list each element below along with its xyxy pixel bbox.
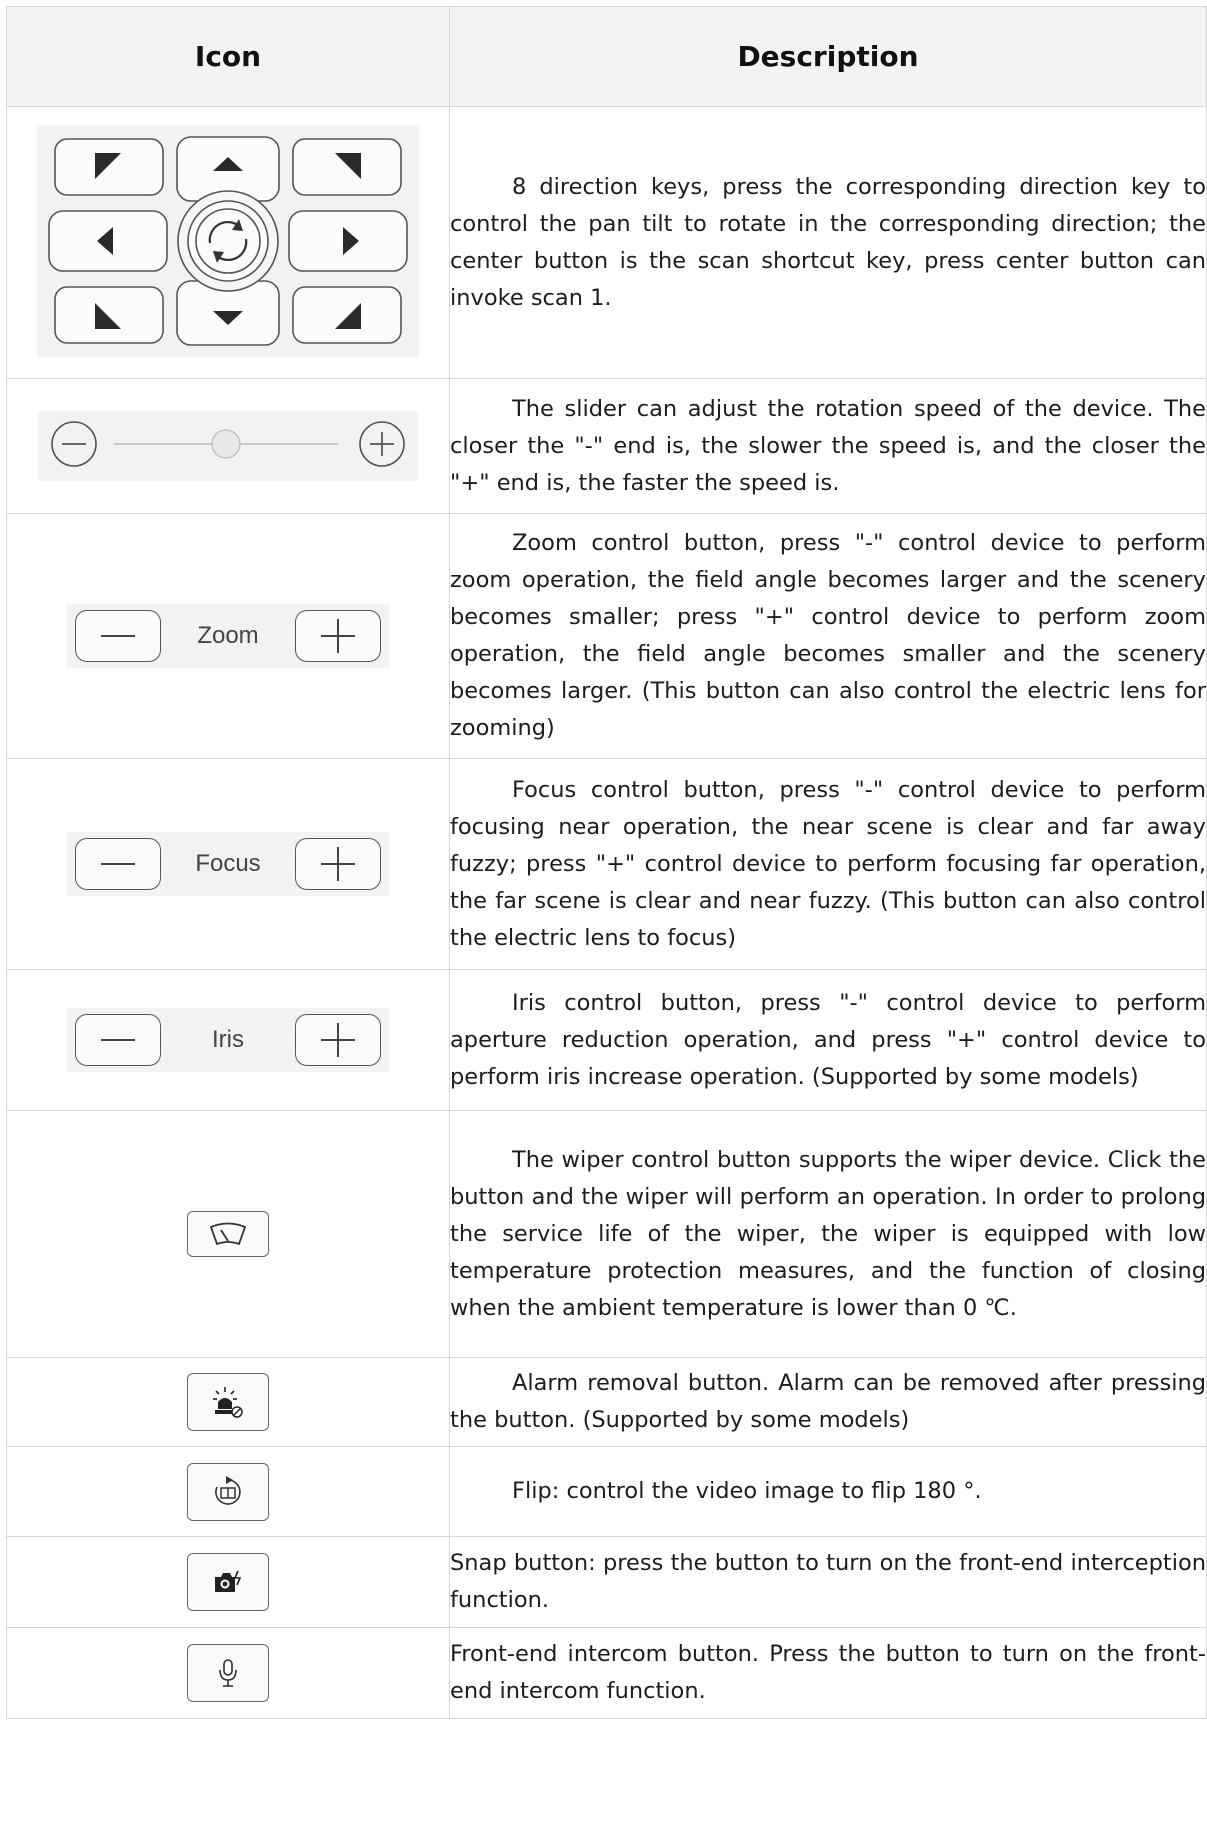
icon-cell (6, 378, 450, 514)
microphone-icon (219, 1659, 237, 1687)
icon-cell (6, 1627, 450, 1719)
down-left-key (54, 285, 164, 344)
wiper-button[interactable] (187, 1211, 269, 1257)
iris-close-button[interactable] (75, 1014, 161, 1066)
description-cell: Alarm removal button. Alarm can be remov… (449, 1357, 1207, 1447)
icon-cell: Zoom (6, 513, 450, 759)
icon-description-table: Icon Description 8 direction keys, press… (6, 6, 1207, 1719)
description-cell: Front-end intercom button. Press the but… (449, 1627, 1207, 1719)
table-row: Alarm removal button. Alarm can be remov… (6, 1357, 1207, 1447)
description-cell: 8 direction keys, press the correspondin… (449, 106, 1207, 379)
icon-cell (6, 1110, 450, 1358)
snap-camera-icon (215, 1570, 242, 1592)
intercom-button[interactable] (187, 1644, 269, 1702)
icon-cell: Iris (6, 969, 450, 1111)
description-text: The wiper control button supports the wi… (450, 1146, 1206, 1321)
iris-open-button[interactable] (295, 1014, 381, 1066)
plus-icon (321, 619, 355, 653)
description-text: Alarm removal button. Alarm can be remov… (450, 1370, 1206, 1433)
plus-icon (321, 1023, 355, 1057)
focus-control: Focus (67, 832, 389, 896)
minus-icon (101, 863, 135, 865)
description-text: Front-end intercom button. Press the but… (450, 1641, 1206, 1704)
description-text: Snap button: press the button to turn on… (450, 1550, 1206, 1613)
description-cell: Focus control button, press "-" control … (449, 758, 1207, 970)
iris-label: Iris (212, 1026, 244, 1053)
description-text: Zoom control button, press "-" control d… (450, 530, 1206, 741)
speed-slider[interactable] (38, 411, 418, 481)
icon-cell (6, 1536, 450, 1628)
description-cell: Snap button: press the button to turn on… (449, 1536, 1207, 1628)
description-text: The slider can adjust the rotation speed… (450, 395, 1206, 496)
icon-cell (6, 1357, 450, 1447)
direction-pad-icon[interactable] (37, 124, 419, 357)
table-row: Focus Focus control button, press "-" co… (6, 758, 1207, 970)
table-row: The slider can adjust the rotation speed… (6, 378, 1207, 514)
icon-cell (6, 106, 450, 379)
focus-near-button[interactable] (75, 838, 161, 890)
table-row: Snap button: press the button to turn on… (6, 1536, 1207, 1628)
table-row: Zoom Zoom control button, press "-" cont… (6, 513, 1207, 759)
table-row: Iris Iris control button, press "-" cont… (6, 969, 1207, 1111)
description-text: Focus control button, press "-" control … (450, 776, 1206, 951)
description-text: Flip: control the video image to flip 18… (512, 1478, 982, 1504)
icon-cell (6, 1446, 450, 1537)
table-header-row: Icon Description (6, 6, 1207, 107)
zoom-out-button[interactable] (75, 610, 161, 662)
flip-icon (215, 1475, 241, 1505)
focus-far-button[interactable] (295, 838, 381, 890)
plus-icon (321, 847, 355, 881)
alarm-clear-icon (213, 1387, 243, 1418)
iris-control: Iris (67, 1008, 389, 1072)
wiper-icon (209, 1222, 247, 1246)
down-right-key (292, 285, 402, 344)
minus-icon (101, 1039, 135, 1041)
zoom-label: Zoom (197, 622, 259, 649)
header-icon: Icon (6, 6, 450, 107)
zoom-control: Zoom (67, 604, 389, 668)
description-cell: Flip: control the video image to flip 18… (449, 1446, 1207, 1537)
table-row: The wiper control button supports the wi… (6, 1110, 1207, 1358)
flip-button[interactable] (187, 1462, 269, 1521)
header-description: Description (449, 6, 1207, 107)
zoom-in-button[interactable] (295, 610, 381, 662)
description-cell: Iris control button, press "-" control d… (449, 969, 1207, 1111)
description-cell: The wiper control button supports the wi… (449, 1110, 1207, 1358)
focus-label: Focus (195, 850, 261, 877)
icon-cell: Focus (6, 758, 450, 970)
minus-icon (101, 635, 135, 637)
table-row: 8 direction keys, press the correspondin… (6, 106, 1207, 379)
alarm-removal-button[interactable] (187, 1373, 269, 1431)
up-right-key (292, 137, 402, 196)
table-row: Front-end intercom button. Press the but… (6, 1627, 1207, 1719)
description-text: Iris control button, press "-" control d… (450, 989, 1206, 1090)
description-text: 8 direction keys, press the correspondin… (450, 173, 1206, 311)
description-cell: The slider can adjust the rotation speed… (449, 378, 1207, 514)
up-left-key (54, 137, 164, 196)
description-cell: Zoom control button, press "-" control d… (449, 513, 1207, 759)
slider-thumb (211, 429, 241, 459)
snap-button[interactable] (187, 1553, 269, 1611)
table-row: Flip: control the video image to flip 18… (6, 1446, 1207, 1537)
